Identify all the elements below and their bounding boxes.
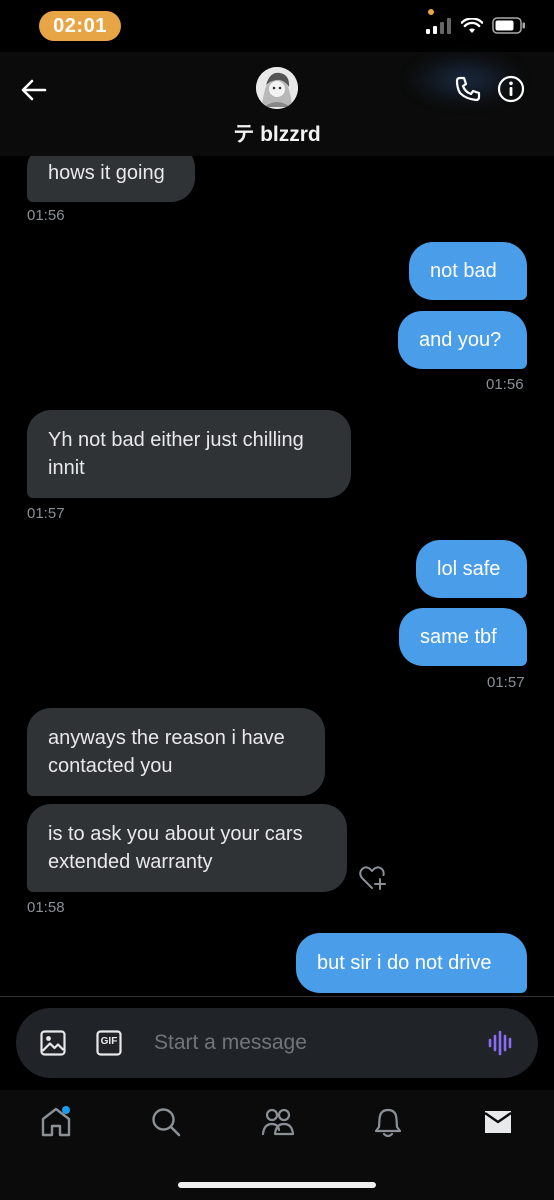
contact-name[interactable]: テ blzzrd [0, 118, 554, 148]
message-bubble-outgoing[interactable]: same tbf [399, 608, 527, 666]
message-bubble-incoming[interactable]: is to ask you about your cars extended w… [27, 804, 347, 892]
heart-plus-icon [359, 866, 386, 890]
notifications-icon [374, 1108, 402, 1138]
battery-icon [492, 17, 525, 34]
message-bubble-incoming[interactable]: Yh not bad either just chilling innit [27, 410, 351, 498]
communities-icon [261, 1108, 295, 1136]
message-text: hows it going [48, 162, 165, 184]
message-list[interactable]: hows it going 01:56 not bad and you? 01:… [0, 156, 554, 996]
message-bubble-incoming[interactable]: anyways the reason i have contacted you [27, 708, 325, 796]
message-text: is to ask you about your cars extended w… [48, 823, 303, 873]
message-timestamp: 01:57 [27, 505, 65, 522]
message-timestamp: 01:57 [487, 674, 525, 691]
voice-icon [488, 1030, 512, 1056]
add-reaction-button[interactable] [358, 863, 388, 893]
info-button[interactable] [494, 72, 528, 106]
search-icon [152, 1108, 181, 1137]
back-button[interactable] [18, 74, 50, 106]
message-text: Yh not bad either just chilling innit [48, 429, 304, 479]
messages-icon [484, 1111, 512, 1133]
image-icon [40, 1030, 66, 1056]
wifi-icon [461, 17, 483, 33]
message-bubble-outgoing[interactable]: but sir i do not drive [296, 933, 527, 993]
message-composer: GIF [16, 1008, 538, 1078]
info-icon [497, 75, 525, 103]
message-input[interactable] [154, 1022, 474, 1064]
nav-home[interactable] [36, 1102, 76, 1142]
nav-communities[interactable] [258, 1102, 298, 1142]
privacy-indicator-dot [428, 9, 434, 15]
status-time: 02:01 [39, 11, 121, 41]
message-bubble-outgoing[interactable]: and you? [398, 311, 527, 369]
message-text: same tbf [420, 626, 497, 648]
status-icons [426, 17, 526, 34]
message-bubble-incoming[interactable]: hows it going [27, 156, 195, 202]
add-image-button[interactable] [38, 1028, 68, 1058]
gif-label: GIF [100, 1036, 118, 1047]
add-gif-button[interactable]: GIF [94, 1028, 124, 1058]
back-arrow-icon [21, 79, 47, 101]
avatar-image [256, 67, 298, 109]
nav-notifications[interactable] [368, 1102, 408, 1142]
cellular-signal-icon [426, 17, 451, 34]
message-text: not bad [430, 260, 497, 282]
message-timestamp: 01:58 [27, 899, 65, 916]
status-bar: 02:01 [0, 0, 554, 52]
home-icon [41, 1106, 71, 1137]
home-indicator[interactable] [178, 1182, 376, 1188]
message-text: lol safe [437, 558, 501, 580]
nav-search[interactable] [146, 1102, 186, 1142]
conversation-header: テ blzzrd [0, 52, 554, 156]
voice-message-button[interactable] [486, 1028, 516, 1058]
avatar[interactable] [256, 67, 298, 109]
message-bubble-outgoing[interactable]: not bad [409, 242, 527, 300]
message-bubble-outgoing[interactable]: lol safe [416, 540, 527, 598]
nav-messages[interactable] [478, 1102, 518, 1142]
call-button[interactable] [451, 72, 485, 106]
call-icon [455, 76, 481, 102]
message-text: and you? [419, 329, 502, 351]
message-timestamp: 01:56 [27, 207, 65, 224]
message-timestamp: 01:56 [486, 376, 524, 393]
composer-divider [0, 996, 554, 997]
message-text: anyways the reason i have contacted you [48, 727, 285, 777]
message-text: but sir i do not drive [317, 952, 492, 974]
